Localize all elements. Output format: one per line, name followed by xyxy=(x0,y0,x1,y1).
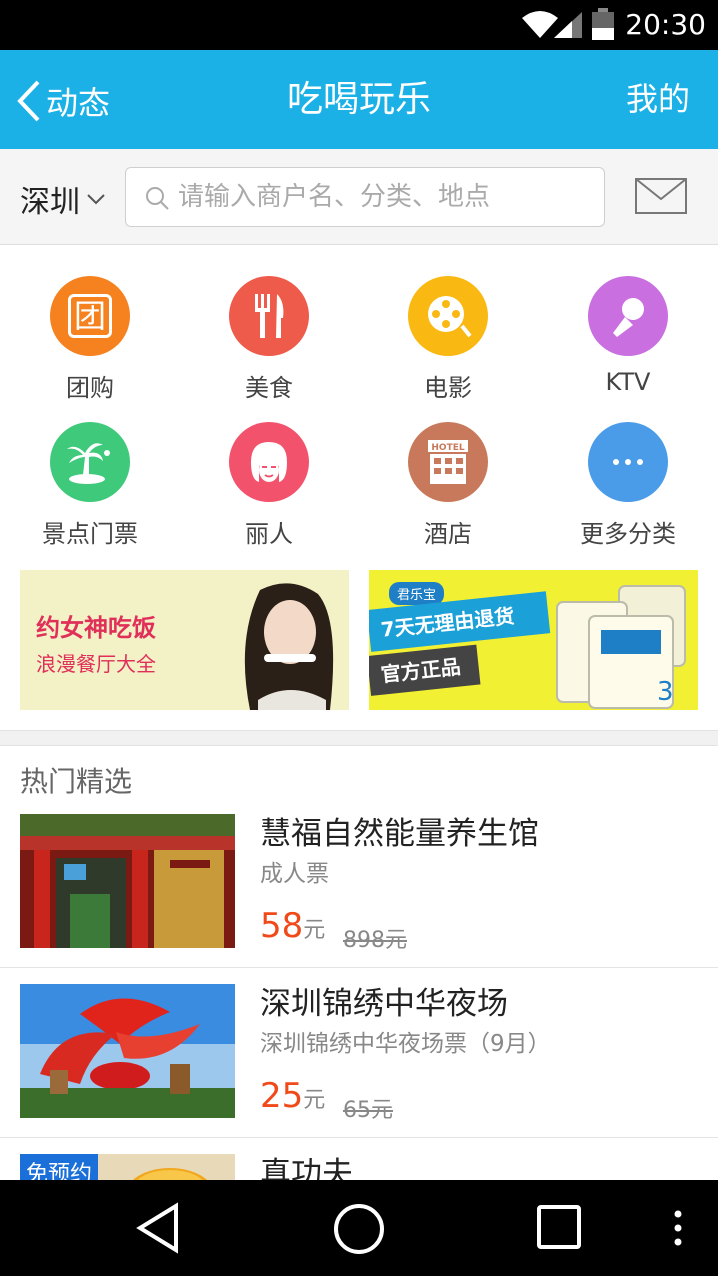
category-beauty[interactable]: 丽人 xyxy=(199,422,339,552)
milk-can-image: 3 xyxy=(556,585,686,709)
page-title: 吃喝玩乐 xyxy=(286,79,431,120)
overflow-menu-icon[interactable] xyxy=(672,1208,684,1248)
microphone-icon xyxy=(588,276,668,356)
category-more[interactable]: 更多分类 xyxy=(558,422,698,552)
category-label: 酒店 xyxy=(424,520,472,548)
category-ktv[interactable]: KTV xyxy=(558,276,698,406)
palm-island-icon xyxy=(50,422,130,502)
category-label: 美食 xyxy=(245,374,293,402)
more-dots-icon xyxy=(588,422,668,502)
deal-subtitle: 深圳锦绣中华夜场票（9月） xyxy=(260,1031,551,1057)
beauty-face-icon xyxy=(229,422,309,502)
deal-price: 25元 xyxy=(260,1076,326,1116)
city-label: 深圳 xyxy=(20,185,80,220)
deal-name: 慧福自然能量养生馆 xyxy=(260,816,539,852)
mail-icon[interactable] xyxy=(634,177,688,215)
signal-icon xyxy=(554,12,582,38)
film-reel-icon xyxy=(408,276,488,356)
category-grid: 团 团购 美食 电影 KTV 景点门票 丽人 HOTEL 酒店 更多分类 xyxy=(0,246,718,548)
svg-text:HOTEL: HOTEL xyxy=(431,443,464,453)
banner-subline: 浪漫餐厅大全 xyxy=(36,652,156,676)
search-row: 深圳 xyxy=(0,149,718,245)
woman-photo xyxy=(244,583,334,710)
system-nav-bar xyxy=(0,1180,718,1276)
promo-banner-dining[interactable]: 约女神吃饭 浪漫餐厅大全 xyxy=(20,570,349,710)
recent-apps-icon[interactable] xyxy=(536,1204,582,1250)
category-label: KTV xyxy=(605,368,651,396)
category-label: 团购 xyxy=(66,374,114,402)
section-title: 热门精选 xyxy=(20,765,133,798)
category-label: 更多分类 xyxy=(580,520,676,548)
search-input[interactable] xyxy=(178,168,598,226)
deal-original-price: 898元 xyxy=(343,928,407,953)
home-circle-icon[interactable] xyxy=(332,1202,386,1256)
category-tickets[interactable]: 景点门票 xyxy=(20,422,160,552)
back-triangle-icon[interactable] xyxy=(134,1202,182,1254)
promo-banner-milk-powder[interactable]: 君乐宝 7天无理由退货 官方正品 3 xyxy=(369,570,698,710)
search-box[interactable] xyxy=(125,167,605,227)
city-selector[interactable]: 深圳 xyxy=(20,177,106,221)
top-nav-bar: 动态 吃喝玩乐 我的 xyxy=(0,50,718,149)
search-icon xyxy=(146,187,169,210)
chevron-down-icon xyxy=(87,194,105,205)
category-label: 丽人 xyxy=(245,520,293,548)
deal-thumbnail xyxy=(20,984,235,1118)
deal-name: 深圳锦绣中华夜场 xyxy=(260,986,508,1022)
deal-price: 58元 xyxy=(260,906,326,946)
fork-knife-icon xyxy=(229,276,309,356)
deal-original-price: 65元 xyxy=(343,1098,393,1123)
category-hotel[interactable]: HOTEL 酒店 xyxy=(378,422,518,552)
hotel-icon: HOTEL xyxy=(408,422,488,502)
banner-headline: 约女神吃饭 xyxy=(36,614,156,642)
deal-item[interactable]: 深圳锦绣中华夜场 深圳锦绣中华夜场票（9月） 25元 65元 xyxy=(0,968,718,1138)
deal-item[interactable]: 慧福自然能量养生馆 成人票 58元 898元 xyxy=(0,798,718,968)
category-movie[interactable]: 电影 xyxy=(378,276,518,406)
deal-subtitle: 成人票 xyxy=(260,861,329,887)
mine-button[interactable]: 我的 xyxy=(626,50,690,149)
group-buy-icon: 团 xyxy=(50,276,130,356)
clock: 20:30 xyxy=(625,8,706,41)
battery-icon xyxy=(592,8,614,40)
brand-logo: 君乐宝 xyxy=(389,582,445,605)
category-label: 景点门票 xyxy=(42,520,138,548)
svg-text:3: 3 xyxy=(657,677,674,707)
status-bar: 20:30 xyxy=(0,0,718,50)
section-divider xyxy=(0,730,718,746)
authentic-tag: 官方正品 xyxy=(369,644,481,696)
category-label: 电影 xyxy=(424,374,472,402)
category-group-buy[interactable]: 团 团购 xyxy=(20,276,160,406)
category-food[interactable]: 美食 xyxy=(199,276,339,406)
deal-thumbnail xyxy=(20,814,235,948)
